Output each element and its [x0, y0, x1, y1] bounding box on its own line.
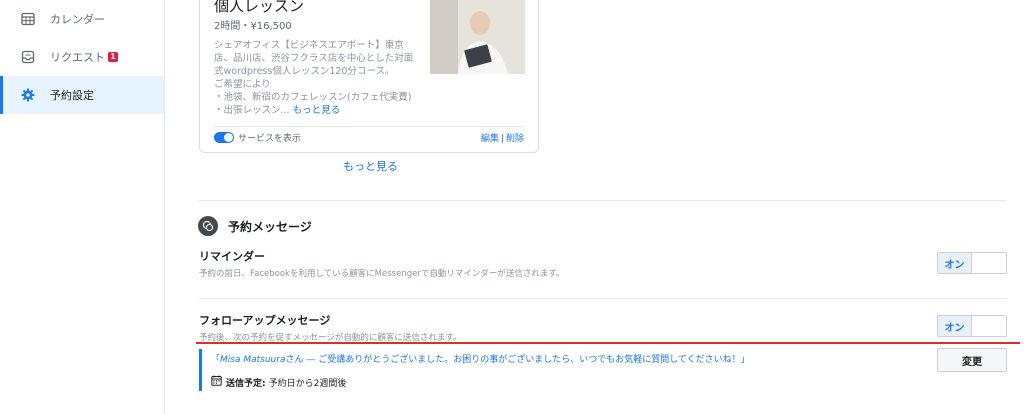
description-line-text: ・出張レッスン...	[214, 105, 290, 116]
card-actions: 編集 | 削除	[481, 131, 524, 144]
show-service-toggle[interactable]	[214, 132, 234, 143]
toggle-off-area	[972, 316, 1006, 336]
messenger-icon	[198, 216, 218, 236]
notification-badge: 1	[108, 52, 118, 62]
sidebar-item-booking-settings[interactable]: 予約設定	[0, 76, 164, 114]
section-title: 予約メッセージ	[228, 220, 312, 234]
card-divider	[214, 126, 524, 127]
inbox-icon	[20, 49, 36, 65]
sidebar-item-label: カレンダー	[50, 13, 105, 26]
section-divider	[199, 200, 1007, 201]
service-title: 個人レッスン	[214, 0, 305, 15]
message-preview-text: 「Misa Matsuuraさん ― ご受講ありがとうございました。お困りの事が…	[211, 352, 750, 365]
message-body: さん ― ご受講ありがとうございました。お困りの事がございましたら、いつでもお気…	[285, 355, 750, 365]
annotation-underline	[196, 342, 1020, 344]
followup-toggle[interactable]: オン	[937, 315, 1007, 337]
section-divider	[199, 298, 1007, 299]
read-more-link[interactable]: もっと見る	[293, 105, 341, 116]
reminder-title: リマインダー	[199, 250, 265, 263]
description-line: シェアオフィス【ビジネスエアポート】東京	[214, 40, 404, 51]
toggle-on-label: オン	[938, 253, 972, 273]
reminder-toggle[interactable]: オン	[937, 252, 1007, 274]
description-line: ご希望により	[214, 79, 271, 90]
show-service-label: サービスを表示	[238, 134, 302, 144]
schedule-value: 予約日から2週間後	[268, 378, 347, 389]
change-button[interactable]: 変更	[937, 348, 1007, 372]
edit-link[interactable]: 編集	[481, 134, 499, 144]
show-more-link[interactable]: もっと見る	[343, 158, 398, 174]
description-line: 店、品川店、渋谷フクラス店を中心とした対面	[214, 53, 414, 64]
schedule-label: 送信予定:	[226, 378, 266, 389]
delete-link[interactable]: 削除	[506, 134, 524, 144]
calendar-icon	[20, 11, 36, 27]
service-card: 個人レッスン 2時間・¥16,500 シェアオフィス【ビジネスエアポート】東京 …	[199, 0, 539, 153]
followup-title: フォローアップメッセージ	[199, 314, 331, 327]
service-description: シェアオフィス【ビジネスエアポート】東京 店、品川店、渋谷フクラス店を中心とした…	[214, 39, 414, 117]
sidebar-item-label: 予約設定	[50, 89, 94, 102]
service-photo	[430, 0, 525, 74]
action-separator: |	[500, 134, 504, 144]
calendar-icon	[211, 375, 222, 389]
sidebar-item-label: リクエスト	[50, 51, 105, 64]
sidebar-item-requests[interactable]: リクエスト 1	[0, 38, 164, 76]
service-meta: 2時間・¥16,500	[214, 21, 292, 32]
sidebar: カレンダー リクエスト 1 予約設定	[0, 0, 165, 414]
reminder-description: 予約の前日、Facebookを利用している顧客にMessengerで自動リマイン…	[199, 269, 565, 279]
quote-open: 「	[211, 355, 221, 365]
customer-name: Misa Matsuura	[220, 355, 286, 365]
toggle-on-label: オン	[938, 316, 972, 336]
toggle-off-area	[972, 253, 1006, 273]
gear-icon	[20, 87, 36, 103]
followup-message-preview: 「Misa Matsuuraさん ― ご受講ありがとうございました。お困りの事が…	[199, 349, 919, 391]
schedule-row: 送信予定: 予約日から2週間後	[211, 375, 346, 389]
description-line: ・池袋、新宿のカフェレッスン(カフェ代実費)	[214, 92, 412, 103]
description-line: 式wordpress個人レッスン120分コース。	[214, 66, 395, 77]
sidebar-item-calendar[interactable]: カレンダー	[0, 0, 164, 38]
description-line: ・出張レッスン... もっと見る	[214, 104, 414, 117]
